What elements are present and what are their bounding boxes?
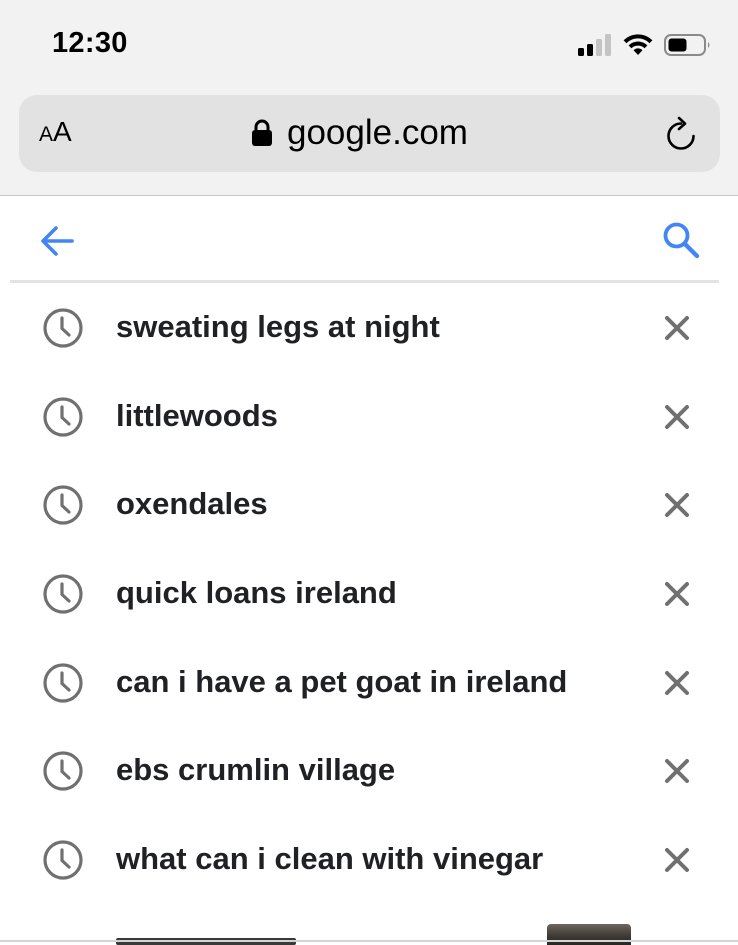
suggestion-text: what can i clean with vinegar [116, 841, 544, 877]
close-icon[interactable] [664, 581, 690, 607]
close-icon[interactable] [664, 847, 690, 873]
status-icons [578, 30, 712, 60]
bottom-divider [0, 940, 738, 942]
history-suggestion[interactable]: what can i clean with vinegar [0, 815, 738, 904]
suggestion-text: quick loans ireland [116, 575, 397, 611]
history-suggestion[interactable]: quick loans ireland [0, 549, 738, 638]
search-icon[interactable] [661, 220, 701, 260]
history-clock-icon [43, 308, 83, 348]
history-clock-icon [43, 397, 83, 437]
close-icon[interactable] [664, 404, 690, 430]
browser-chrome: 12:30 AA google.com [0, 0, 738, 196]
search-history-list: sweating legs at night littlewoods oxend… [0, 283, 738, 904]
status-bar: 12:30 [0, 0, 738, 90]
history-suggestion[interactable]: littlewoods [0, 372, 738, 461]
history-suggestion[interactable]: sweating legs at night [0, 283, 738, 372]
back-arrow-icon[interactable] [38, 222, 76, 260]
history-clock-icon [43, 663, 83, 703]
history-clock-icon [43, 574, 83, 614]
history-suggestion[interactable]: can i have a pet goat in ireland [0, 638, 738, 727]
suggestion-text: oxendales [116, 486, 268, 522]
history-suggestion[interactable]: ebs crumlin village [0, 726, 738, 815]
browser-screen: 12:30 AA google.com sweating legs at nig… [0, 0, 738, 945]
text-size-small-label: A [39, 123, 54, 146]
text-size-button[interactable]: AA [39, 117, 72, 147]
history-suggestion[interactable]: oxendales [0, 460, 738, 549]
battery-icon [664, 34, 710, 56]
search-header [10, 196, 719, 283]
suggestion-text: can i have a pet goat in ireland [116, 663, 568, 699]
close-icon[interactable] [664, 492, 690, 518]
text-size-large-label: A [53, 116, 72, 147]
cut-off-suggestion-text [116, 932, 316, 945]
suggestion-text: sweating legs at night [116, 309, 440, 344]
suggestion-text: littlewoods [116, 397, 278, 433]
url-display[interactable]: google.com [251, 113, 468, 153]
close-icon[interactable] [664, 315, 690, 341]
cellular-signal-icon [578, 34, 611, 56]
lock-icon [252, 119, 272, 146]
close-icon[interactable] [664, 758, 690, 784]
search-input[interactable] [100, 214, 644, 266]
url-text: google.com [287, 113, 468, 152]
history-clock-icon [43, 485, 83, 525]
reload-icon[interactable] [664, 115, 700, 153]
suggestion-text: ebs crumlin village [116, 752, 396, 788]
history-clock-icon [43, 751, 83, 792]
address-bar[interactable]: AA google.com [19, 95, 720, 172]
wifi-icon [623, 34, 653, 55]
close-icon[interactable] [664, 670, 690, 696]
status-time: 12:30 [52, 27, 128, 59]
history-clock-icon [43, 840, 83, 880]
